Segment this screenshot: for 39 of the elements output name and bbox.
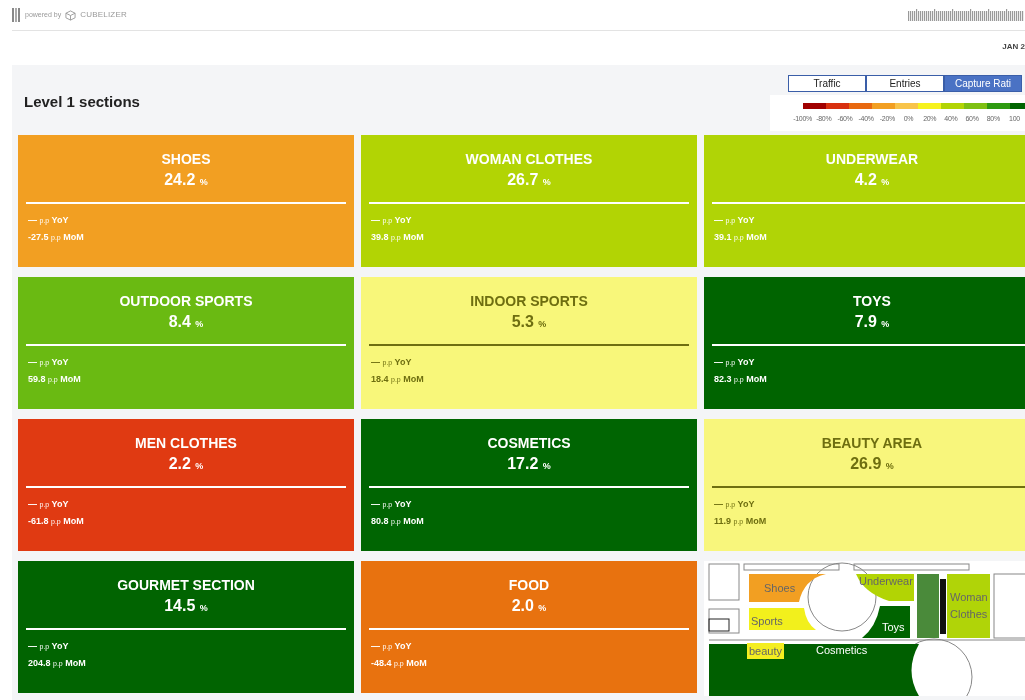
section-value: 7.9 %	[854, 311, 890, 332]
section-value: 26.9 %	[850, 453, 894, 474]
section-name: MEN CLOTHES	[134, 433, 238, 453]
section-value: 5.3 %	[511, 311, 547, 332]
section-value: 8.4 %	[168, 311, 204, 332]
section-value: 17.2 %	[507, 453, 551, 474]
area-label: Toys	[882, 620, 905, 633]
area-label: Shoes	[764, 581, 796, 594]
section-name: BEAUTY AREA	[820, 433, 924, 453]
escalator-icon	[940, 578, 946, 634]
section-name: GOURMET SECTION	[116, 575, 256, 595]
section-name: FOOD	[507, 575, 551, 595]
view-toggle[interactable]: Entries	[866, 75, 944, 92]
section-name: UNDERWEAR	[824, 149, 920, 169]
section-value: 2.0 %	[511, 595, 547, 616]
section-value: 24.2 %	[164, 169, 208, 190]
view-toggle[interactable]: Capture Rati	[944, 75, 1022, 92]
section-value: 26.7 %	[507, 169, 551, 190]
view-toggle[interactable]: Traffic	[788, 75, 866, 92]
area-label: Sports	[751, 614, 783, 627]
section-title: Level 1 sections	[23, 92, 140, 112]
section-name: INDOOR SPORTS	[469, 291, 589, 311]
escalator-strip	[917, 573, 939, 638]
section-value: 4.2 %	[854, 169, 890, 190]
section-name: COSMETICS	[486, 433, 572, 453]
section-name: OUTDOOR SPORTS	[118, 291, 254, 311]
area-label: Woman Clothes	[950, 590, 988, 620]
area-label: Cosmetics	[816, 643, 868, 656]
section-name: TOYS	[852, 291, 892, 311]
date-label: JAN 2	[1002, 41, 1025, 53]
section-value: 2.2 %	[168, 453, 204, 474]
bars-logo-icon	[12, 8, 21, 22]
area-label: beauty	[749, 644, 783, 657]
cube-logo-icon	[65, 9, 77, 21]
brand-name: CUBELIZER	[80, 9, 127, 21]
section-value: 14.5 %	[164, 595, 208, 616]
area-label: Underwear	[859, 574, 913, 587]
section-name: SHOES	[160, 149, 212, 169]
section-name: WOMAN CLOTHES	[464, 149, 594, 169]
